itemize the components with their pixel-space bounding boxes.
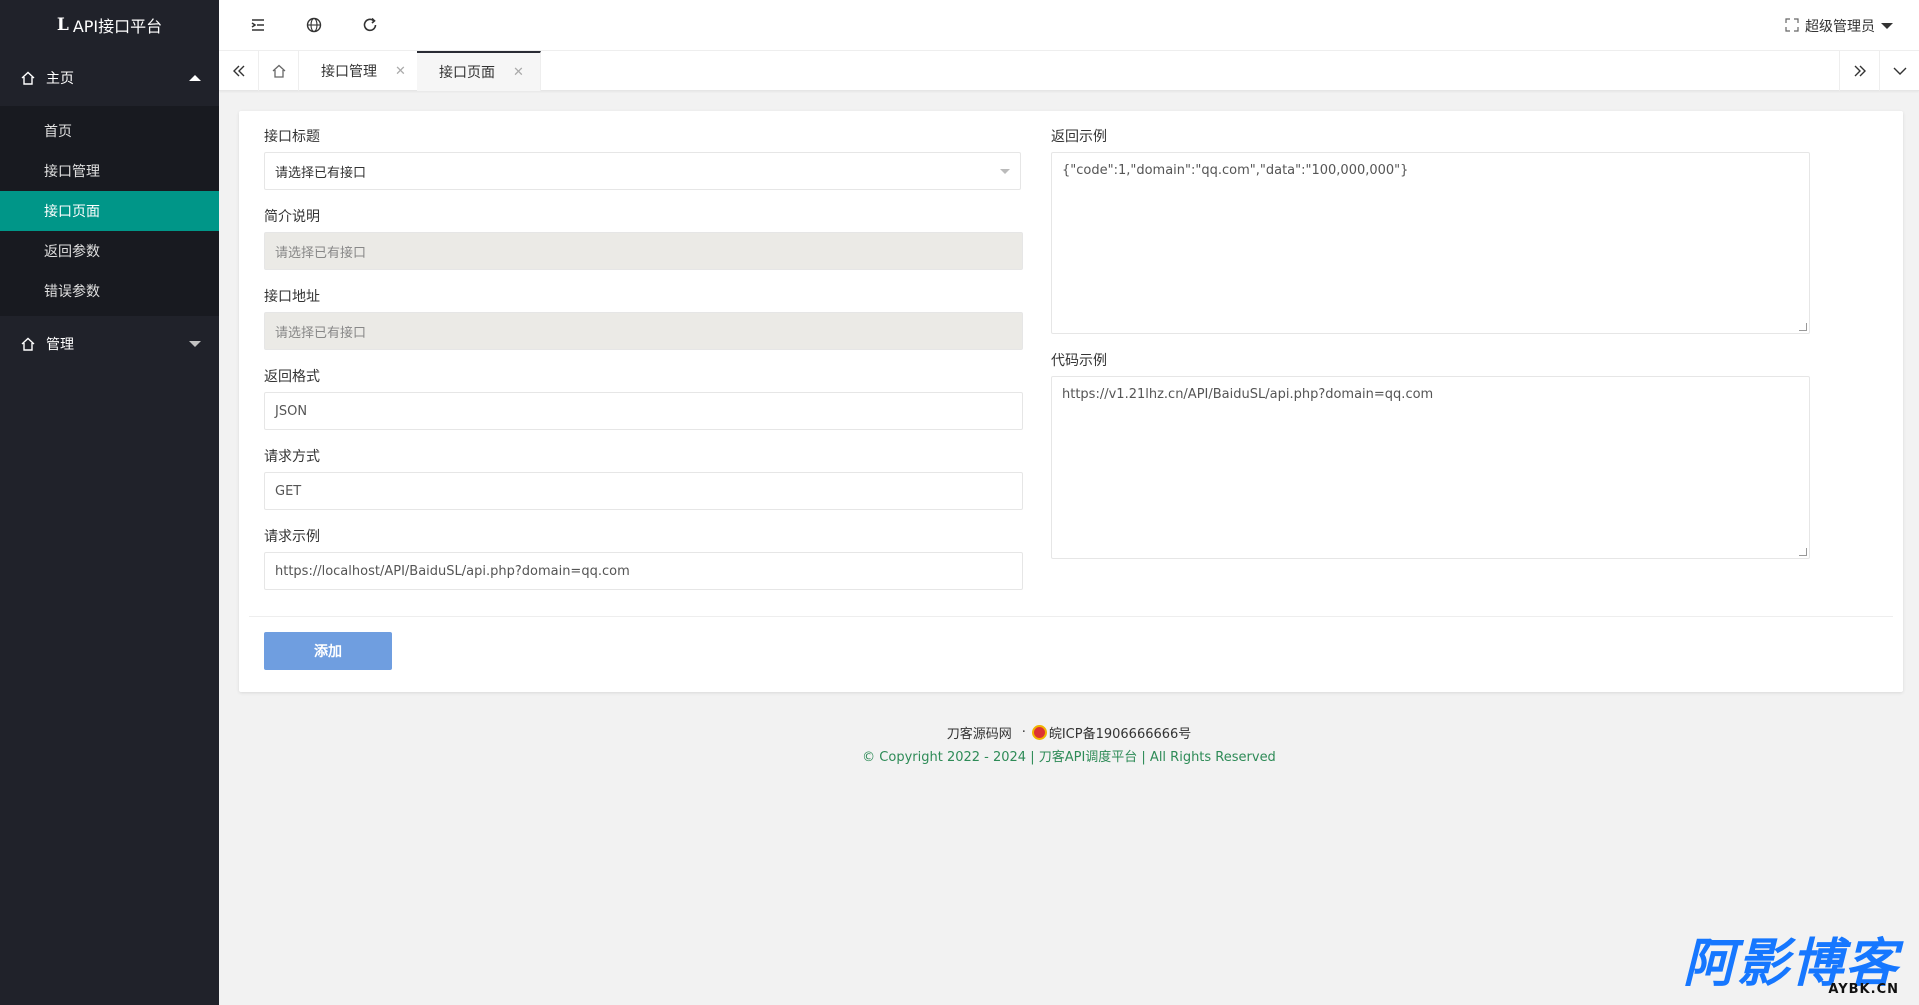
- menu-fold-icon[interactable]: [249, 16, 267, 34]
- sidebar-item-home[interactable]: 首页: [0, 111, 219, 151]
- addr-label: 接口地址: [264, 289, 320, 305]
- desc-value: 请选择已有接口: [275, 245, 367, 261]
- chevron-down-icon: [1000, 169, 1010, 174]
- home-icon: [21, 71, 35, 85]
- resize-handle-icon[interactable]: [1799, 548, 1807, 556]
- double-left-icon: [232, 65, 244, 77]
- example-input[interactable]: https://localhost/API/BaiduSL/api.php?do…: [264, 552, 1023, 590]
- sidebar-item-api-page[interactable]: 接口页面: [0, 191, 219, 231]
- desc-label: 简介说明: [264, 209, 320, 225]
- footer-copyright: © Copyright 2022 - 2024 | 刀客API调度平台 | Al…: [862, 750, 1276, 765]
- tab-scroll-left-button[interactable]: [219, 51, 259, 91]
- caret-up-icon: [189, 75, 201, 81]
- sidebar-item-api-manage[interactable]: 接口管理: [0, 151, 219, 191]
- sidebar: 𝐋 API接口平台 主页 首页 接口管理 接口页面 返回参数 错误参数 管理: [0, 0, 219, 1005]
- logo[interactable]: 𝐋 API接口平台: [0, 0, 219, 50]
- nav-submenu: 首页 接口管理 接口页面 返回参数 错误参数: [0, 106, 219, 316]
- refresh-icon[interactable]: [361, 16, 379, 34]
- method-input[interactable]: GET: [264, 472, 1023, 510]
- divider: [249, 616, 1893, 617]
- tab-scroll-right-button[interactable]: [1839, 51, 1879, 91]
- format-label: 返回格式: [264, 369, 320, 385]
- code-textarea[interactable]: https://v1.21lhz.cn/API/BaiduSL/api.php?…: [1051, 376, 1810, 559]
- api-select-value: 请选择已有接口: [275, 165, 367, 181]
- app-title: API接口平台: [72, 17, 163, 36]
- home-icon: [272, 64, 285, 78]
- return-textarea[interactable]: {"code":1,"domain":"qq.com","data":"100,…: [1051, 152, 1810, 334]
- title-label: 接口标题: [264, 129, 320, 145]
- globe-icon[interactable]: [305, 16, 323, 34]
- return-label: 返回示例: [1051, 129, 1107, 145]
- footer-icp-link[interactable]: 皖ICP备1906666666号: [1049, 723, 1191, 742]
- admin-name: 超级管理员: [1805, 19, 1875, 35]
- nav-head-manage[interactable]: 管理: [0, 316, 219, 372]
- police-badge-icon: [1031, 725, 1047, 740]
- format-input[interactable]: JSON: [264, 392, 1023, 430]
- example-label: 请求示例: [264, 529, 320, 545]
- close-icon[interactable]: ✕: [395, 64, 406, 79]
- code-value: https://v1.21lhz.cn/API/BaiduSL/api.php?…: [1062, 387, 1434, 402]
- close-icon[interactable]: ✕: [513, 65, 524, 80]
- nav-group-manage: 管理: [0, 316, 219, 372]
- addr-field: 请选择已有接口: [264, 312, 1023, 350]
- double-right-icon: [1854, 65, 1866, 77]
- format-value: JSON: [275, 403, 308, 419]
- fullscreen-icon[interactable]: [1783, 16, 1801, 34]
- admin-menu[interactable]: 超级管理员: [1805, 16, 1893, 36]
- code-label: 代码示例: [1051, 353, 1107, 369]
- logo-icon: 𝐋: [56, 15, 69, 35]
- example-value: https://localhost/API/BaiduSL/api.php?do…: [275, 563, 630, 579]
- nav-head-label: 管理: [46, 337, 74, 353]
- chevron-down-icon: [1893, 67, 1906, 75]
- chevron-down-icon: [1881, 23, 1893, 29]
- return-value: {"code":1,"domain":"qq.com","data":"100,…: [1062, 163, 1409, 178]
- nav-group-main: 主页 首页 接口管理 接口页面 返回参数 错误参数: [0, 50, 219, 316]
- addr-value: 请选择已有接口: [275, 325, 367, 341]
- watermark-logo: 阿影博客 AYBK.CN: [1683, 938, 1899, 997]
- footer-site-link[interactable]: 刀客源码网: [947, 723, 1012, 742]
- caret-down-icon: [189, 341, 201, 347]
- add-button[interactable]: 添加: [264, 632, 392, 670]
- top-header: 超级管理员: [219, 0, 1919, 51]
- tab-bar: 接口管理 ✕ 接口页面 ✕: [219, 51, 1919, 91]
- nav-head-label: 主页: [46, 71, 74, 87]
- tab-api-page[interactable]: 接口页面 ✕: [417, 51, 541, 91]
- method-label: 请求方式: [264, 449, 320, 465]
- tab-label: 接口管理: [321, 64, 377, 80]
- tab-label: 接口页面: [439, 65, 495, 81]
- nav-head-main[interactable]: 主页: [0, 50, 219, 106]
- api-select[interactable]: 请选择已有接口: [264, 152, 1021, 190]
- sidebar-item-return-params[interactable]: 返回参数: [0, 231, 219, 271]
- tab-home[interactable]: [259, 51, 299, 91]
- footer-line1: 刀客源码网 · 皖ICP备1906666666号: [219, 723, 1919, 742]
- form-card: 接口标题 请选择已有接口 简介说明 请选择已有接口 接口地址 请选择已有接口 返…: [239, 111, 1903, 692]
- footer-separator: ·: [1021, 725, 1026, 740]
- desc-field: 请选择已有接口: [264, 232, 1023, 270]
- method-value: GET: [275, 483, 302, 499]
- tab-dropdown-button[interactable]: [1879, 51, 1919, 91]
- resize-handle-icon[interactable]: [1799, 323, 1807, 331]
- sidebar-item-error-params[interactable]: 错误参数: [0, 271, 219, 311]
- home-icon: [21, 337, 35, 351]
- tab-api-manage[interactable]: 接口管理 ✕: [299, 51, 423, 91]
